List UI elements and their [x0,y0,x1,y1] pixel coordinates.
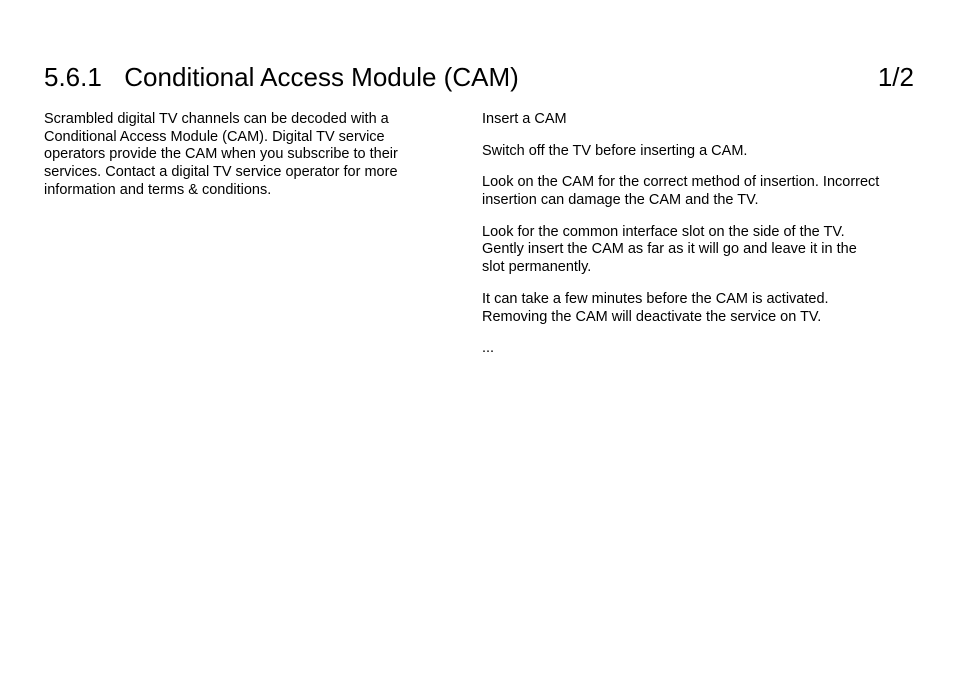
right-column: Insert a CAM Switch off the TV before in… [482,111,882,372]
body-paragraph: Switch off the TV before inserting a CAM… [482,143,882,161]
section-number: 5.6.1 [44,62,102,92]
left-column: Scrambled digital TV channels can be dec… [44,111,444,372]
content-columns: Scrambled digital TV channels can be dec… [44,111,914,372]
body-paragraph: It can take a few minutes before the CAM… [482,291,882,326]
heading-group: 5.6.1 Conditional Access Module (CAM) [44,62,519,93]
body-paragraph: Look for the common interface slot on th… [482,224,882,277]
body-paragraph: Insert a CAM [482,111,882,129]
page-indicator: 1/2 [878,62,914,93]
continuation-ellipsis: ... [482,340,882,358]
section-title: Conditional Access Module (CAM) [124,62,519,92]
document-page: 5.6.1 Conditional Access Module (CAM) 1/… [0,0,954,412]
page-header: 5.6.1 Conditional Access Module (CAM) 1/… [44,62,914,93]
body-paragraph: Look on the CAM for the correct method o… [482,174,882,209]
body-paragraph: Scrambled digital TV channels can be dec… [44,111,444,199]
